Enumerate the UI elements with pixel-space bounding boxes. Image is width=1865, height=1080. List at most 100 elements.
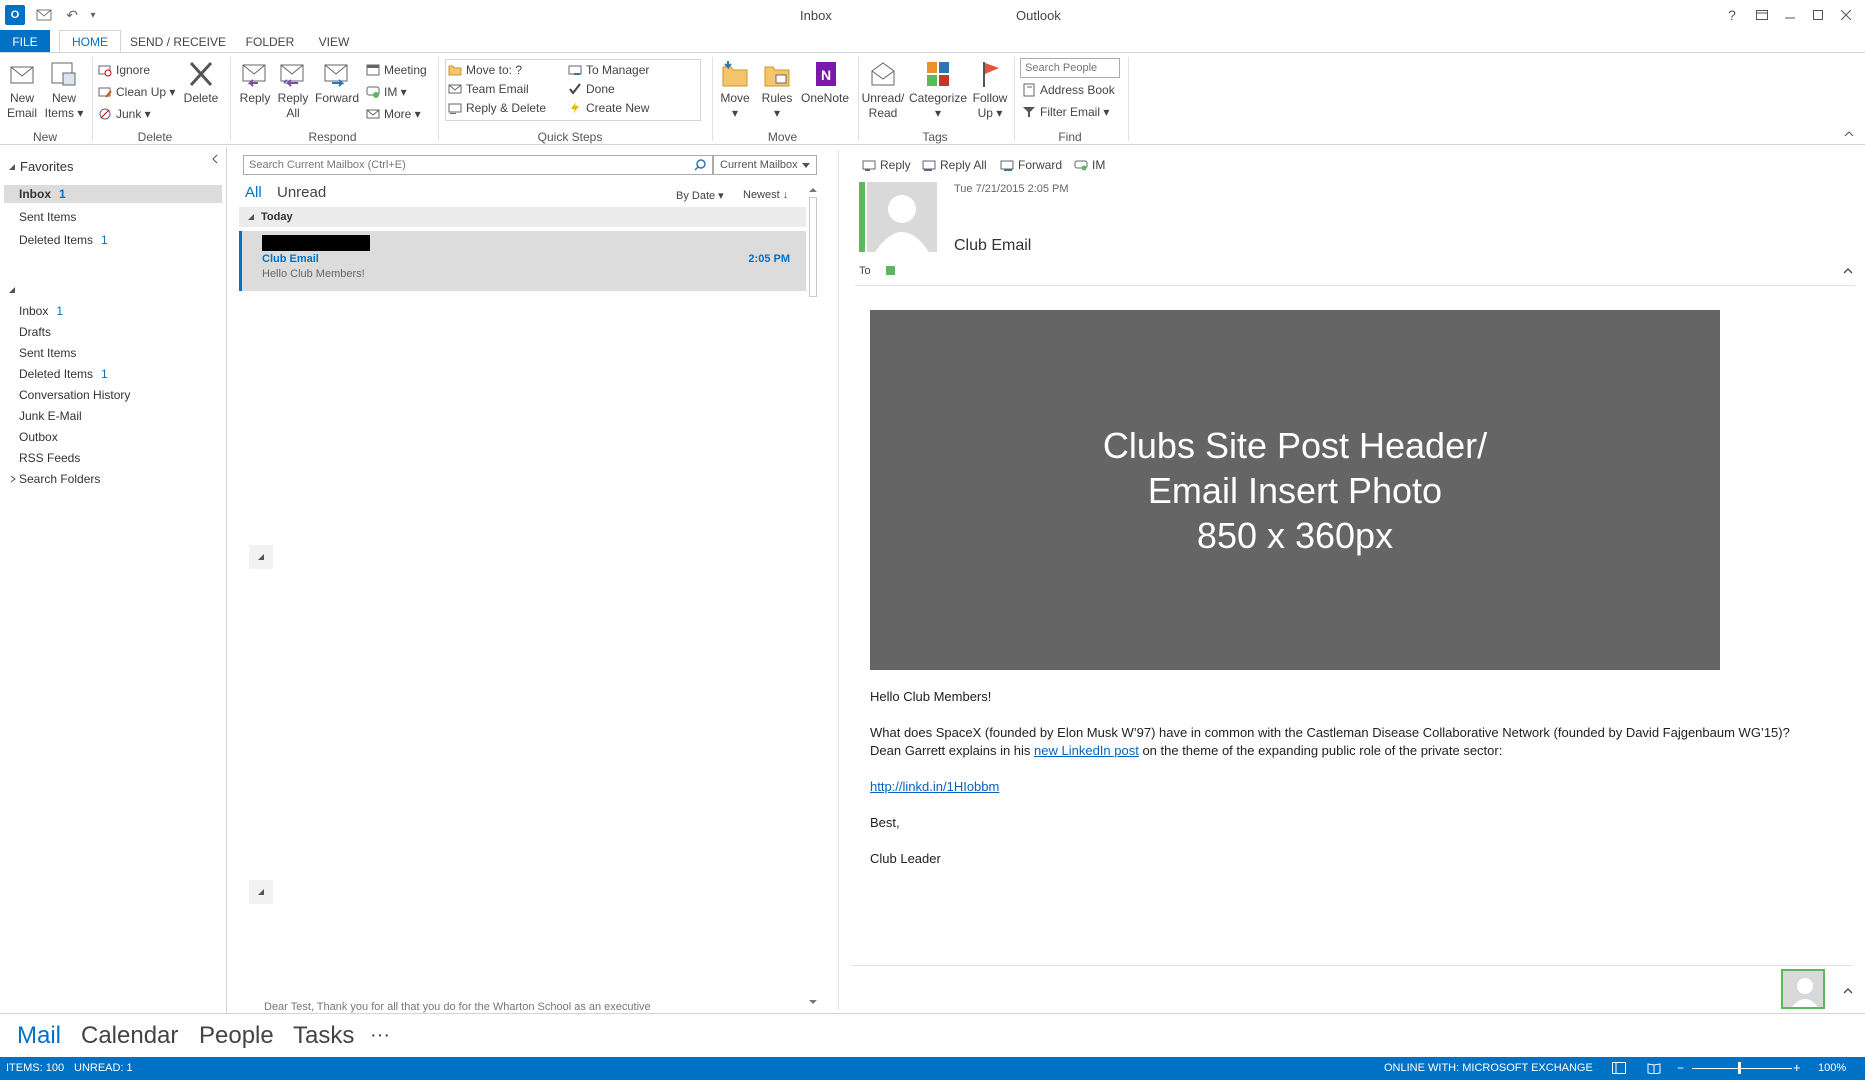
cleanup-button[interactable]: Clean Up ▾ (98, 83, 175, 101)
help-icon[interactable]: ? (1720, 5, 1744, 25)
pane-divider[interactable] (838, 150, 839, 1010)
reading-reply-all-button[interactable]: Reply All (922, 158, 987, 172)
onenote-button[interactable]: N OneNote (798, 59, 852, 106)
favorite-deleted-items[interactable]: Deleted Items 1 (19, 230, 108, 250)
more-respond-button[interactable]: More ▾ (366, 105, 421, 123)
nav-tasks[interactable]: Tasks (293, 1022, 354, 1050)
categorize-button[interactable]: Categorize ▾ (907, 59, 969, 121)
maximize-icon[interactable] (1806, 5, 1830, 25)
collapsed-group-header[interactable] (249, 545, 273, 569)
folder-junk-email[interactable]: Junk E-Mail (19, 406, 82, 426)
ignore-button[interactable]: Ignore (98, 61, 150, 79)
new-email-button[interactable]: New Email (4, 59, 40, 121)
reply-button[interactable]: Reply (235, 59, 275, 106)
quickstep-done[interactable]: Done (568, 80, 615, 98)
follow-up-button[interactable]: Follow Up ▾ (970, 59, 1010, 121)
nav-calendar[interactable]: Calendar (81, 1022, 178, 1050)
move-button[interactable]: Move ▾ (716, 59, 754, 121)
zoom-out-icon[interactable]: − (1677, 1061, 1684, 1075)
search-mailbox-input[interactable]: Search Current Mailbox (Ctrl+E) (243, 155, 713, 175)
search-people-input[interactable] (1020, 58, 1120, 78)
close-icon[interactable] (1834, 5, 1858, 25)
search-scope-dropdown[interactable]: Current Mailbox (713, 155, 817, 175)
email-url-link[interactable]: http://linkd.in/1HIobbm (870, 778, 999, 796)
meeting-label: Meeting (384, 63, 427, 77)
delete-button[interactable]: Delete (180, 59, 222, 106)
collapsed-group-header[interactable] (249, 880, 273, 904)
forward-button[interactable]: Forward (313, 59, 361, 106)
favorites-header[interactable]: Favorites (8, 159, 73, 174)
minimize-icon[interactable] (1778, 5, 1802, 25)
unread-read-button[interactable]: Unread/ Read (861, 59, 905, 121)
favorite-sent-items[interactable]: Sent Items (19, 207, 76, 227)
tab-send-receive[interactable]: SEND / RECEIVE (128, 30, 228, 53)
meeting-button[interactable]: Meeting (366, 61, 427, 79)
normal-view-icon[interactable] (1612, 1062, 1626, 1077)
folder-search-folders[interactable]: Search Folders (10, 469, 100, 489)
folder-conversation-history[interactable]: Conversation History (19, 385, 130, 405)
reply-all-button[interactable]: Reply All (273, 59, 313, 121)
scrollbar-thumb[interactable] (809, 197, 817, 297)
nav-more-options[interactable]: ··· (370, 1024, 390, 1047)
quickstep-move-to[interactable]: Move to: ? (448, 61, 522, 79)
reading-im-button[interactable]: IM (1074, 158, 1105, 172)
group-header-today[interactable]: Today (239, 207, 806, 227)
tab-view[interactable]: VIEW (312, 30, 356, 53)
outlook-logo-icon[interactable]: O (5, 5, 25, 25)
zoom-slider-thumb[interactable] (1738, 1062, 1741, 1074)
junk-button[interactable]: Junk ▾ (98, 105, 151, 123)
quickstep-team-email[interactable]: Team Email (448, 80, 529, 98)
quickstep-create-new[interactable]: Create New (568, 99, 649, 117)
im-button[interactable]: IM ▾ (366, 83, 407, 101)
reading-reply-button[interactable]: Reply (862, 158, 911, 172)
collapse-header-icon[interactable] (1842, 263, 1854, 281)
folder-rss-feeds[interactable]: RSS Feeds (19, 448, 80, 468)
ribbon-display-icon[interactable] (1750, 5, 1774, 25)
quickstep-to-manager[interactable]: To Manager (568, 61, 649, 79)
quickstep-reply-delete[interactable]: Reply & Delete (448, 99, 546, 117)
folder-inbox[interactable]: Inbox 1 (19, 301, 63, 321)
nav-people[interactable]: People (199, 1022, 274, 1050)
scroll-down-icon[interactable] (806, 997, 820, 1007)
send-receive-icon[interactable] (34, 5, 54, 25)
reading-view-icon[interactable] (1647, 1062, 1661, 1077)
customize-qat-icon[interactable]: ▾ (86, 5, 100, 25)
folder-sent-items[interactable]: Sent Items (19, 343, 76, 363)
recipient-presence-icon[interactable] (886, 266, 895, 275)
search-icon[interactable] (694, 159, 706, 171)
filter-email-button[interactable]: Filter Email ▾ (1022, 103, 1109, 121)
message-list-scrollbar[interactable] (806, 185, 820, 1007)
tab-folder[interactable]: FOLDER (240, 30, 300, 53)
address-book-button[interactable]: Address Book (1022, 81, 1115, 99)
linkedin-post-link[interactable]: new LinkedIn post (1034, 743, 1139, 758)
folder-drafts[interactable]: Drafts (19, 322, 51, 342)
collapse-folder-pane-icon[interactable] (210, 151, 220, 169)
sort-order-toggle[interactable]: Newest ↓ (743, 189, 788, 201)
favorite-inbox[interactable]: Inbox 1 (19, 184, 66, 204)
zoom-in-icon[interactable]: + (1793, 1060, 1801, 1075)
nav-mail[interactable]: Mail (17, 1022, 61, 1050)
folder-deleted-items[interactable]: Deleted Items 1 (19, 364, 108, 384)
people-pane-avatar[interactable] (1781, 969, 1825, 1009)
tab-home[interactable]: HOME (59, 30, 121, 53)
status-connection: ONLINE WITH: MICROSOFT EXCHANGE (1384, 1062, 1593, 1074)
message-preview-partial[interactable]: Dear Test, Thank you for all that you do… (264, 1001, 784, 1013)
expand-people-pane-icon[interactable] (1842, 983, 1854, 1001)
message-row-selected[interactable]: Club Email Hello Club Members! 2:05 PM (239, 231, 812, 291)
new-items-button[interactable]: New Items ▾ (44, 59, 84, 121)
reading-forward-button[interactable]: Forward (1000, 158, 1062, 172)
sender-avatar[interactable] (867, 182, 937, 252)
mailbox-expand-icon[interactable] (8, 281, 16, 299)
zoom-level[interactable]: 100% (1818, 1062, 1846, 1074)
sort-by-dropdown[interactable]: By Date ▾ (676, 189, 724, 202)
scroll-up-icon[interactable] (806, 185, 820, 195)
tab-file[interactable]: FILE (0, 30, 50, 53)
filter-all[interactable]: All (245, 184, 262, 201)
undo-icon[interactable]: ↶ (62, 5, 82, 25)
rules-button[interactable]: Rules ▾ (758, 59, 796, 121)
filter-unread[interactable]: Unread (277, 184, 326, 201)
collapse-ribbon-icon[interactable] (1842, 127, 1856, 141)
folder-outbox[interactable]: Outbox (19, 427, 58, 447)
zoom-slider[interactable] (1692, 1068, 1792, 1069)
ignore-label: Ignore (116, 63, 151, 77)
